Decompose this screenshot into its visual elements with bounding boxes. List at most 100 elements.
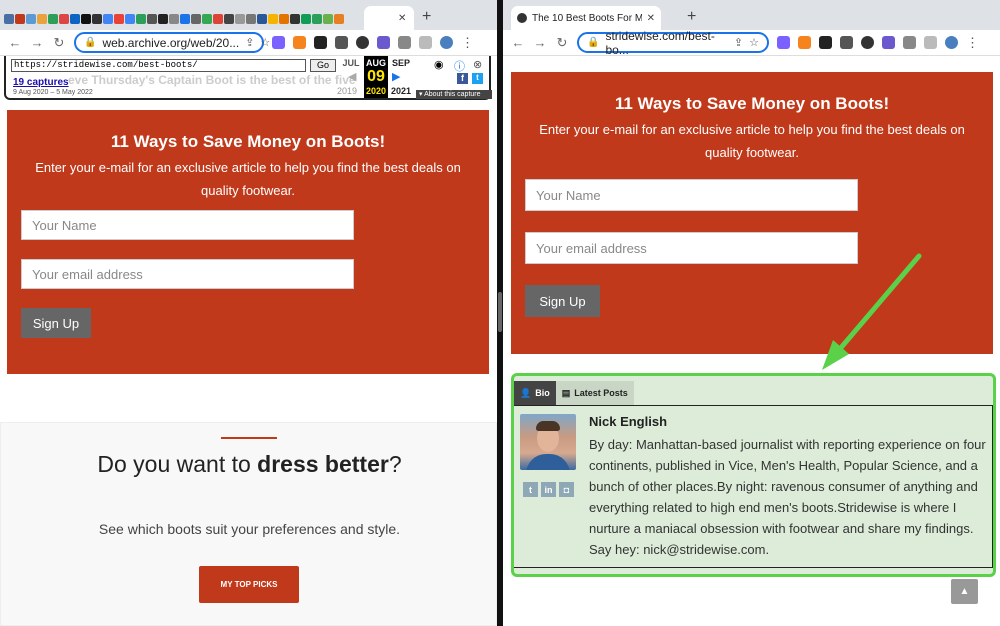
metamask-icon[interactable] — [293, 36, 306, 49]
tab-favicon[interactable] — [59, 14, 69, 24]
menu-icon[interactable]: ⋮ — [966, 35, 979, 51]
tab-favicon[interactable] — [257, 14, 267, 24]
new-tab-button[interactable]: + — [687, 8, 696, 26]
tab-favicon[interactable] — [279, 14, 289, 24]
tab-favicon[interactable] — [70, 14, 80, 24]
sidebar-icon[interactable] — [419, 36, 432, 49]
close-icon[interactable]: ✕ — [647, 13, 655, 24]
extension-icon[interactable] — [356, 36, 369, 49]
tab-favicon[interactable] — [312, 14, 322, 24]
extension-icon[interactable] — [272, 36, 285, 49]
tab-favicon[interactable] — [235, 14, 245, 24]
extension-icon[interactable] — [314, 36, 327, 49]
bookmark-star-icon[interactable]: ☆ — [749, 36, 759, 49]
reload-icon[interactable]: ↻ — [48, 35, 70, 51]
forward-icon[interactable]: → — [26, 35, 48, 50]
extension-icon[interactable] — [777, 36, 790, 49]
help-icon[interactable]: ⓘ — [454, 58, 465, 74]
tab-favicon[interactable] — [191, 14, 201, 24]
name-input[interactable]: Your Name — [21, 210, 354, 240]
twitter-icon[interactable]: t — [472, 73, 483, 84]
tab-favicon[interactable] — [180, 14, 190, 24]
instagram-icon[interactable]: ◘ — [559, 482, 574, 497]
extension-icon[interactable] — [335, 36, 348, 49]
tab-favicon[interactable] — [213, 14, 223, 24]
back-icon[interactable]: ← — [4, 35, 26, 50]
active-tab[interactable]: The 10 Best Boots For Men to B ✕ — [511, 6, 661, 30]
new-tab-button[interactable]: + — [422, 8, 431, 26]
menu-icon[interactable]: ⋮ — [461, 35, 474, 51]
next-year[interactable]: 2021 — [388, 86, 414, 96]
avatar[interactable] — [440, 36, 453, 49]
metamask-icon[interactable] — [798, 36, 811, 49]
extension-icon[interactable] — [377, 36, 390, 49]
tab-bio[interactable]: 👤 Bio — [514, 381, 556, 405]
user-icon[interactable]: ◉ — [434, 58, 444, 71]
tab-favicon[interactable] — [37, 14, 47, 24]
tab-favicon[interactable] — [246, 14, 256, 24]
avatar[interactable] — [945, 36, 958, 49]
wayback-url-input[interactable]: https://stridewise.com/best-boots/ — [11, 59, 306, 72]
captures-link[interactable]: 19 captures — [13, 77, 69, 88]
tab-latest-posts[interactable]: ▤ Latest Posts — [555, 381, 634, 405]
about-capture-button[interactable]: ▾ About this capture — [416, 90, 492, 99]
twitter-icon[interactable]: t — [523, 482, 538, 497]
address-bar[interactable]: 🔒 stridewise.com/best-bo... ⇪ ☆ — [577, 29, 769, 57]
tab-favicon[interactable] — [4, 14, 14, 24]
tab-favicon[interactable] — [125, 14, 135, 24]
prev-year[interactable]: 2019 — [334, 86, 360, 96]
extension-icon[interactable] — [882, 36, 895, 49]
extension-icon[interactable] — [819, 36, 832, 49]
tab-favicon[interactable] — [268, 14, 278, 24]
sign-up-button[interactable]: Sign Up — [21, 308, 91, 338]
tab-favicon[interactable] — [15, 14, 25, 24]
linkedin-icon[interactable]: in — [541, 482, 556, 497]
tab-favicon[interactable] — [103, 14, 113, 24]
share-icon[interactable]: ⇪ — [734, 36, 743, 49]
my-top-picks-button[interactable]: MY TOP PICKS — [199, 566, 299, 603]
forward-icon[interactable]: → — [529, 35, 551, 50]
extension-icon[interactable] — [861, 36, 874, 49]
tab-favicon[interactable] — [224, 14, 234, 24]
puzzle-icon[interactable] — [903, 36, 916, 49]
wayback-go-button[interactable]: Go — [310, 59, 336, 72]
prev-month[interactable]: JUL — [340, 58, 362, 68]
reload-icon[interactable]: ↻ — [551, 35, 573, 51]
prev-arrow-icon[interactable]: ◀ — [348, 70, 356, 83]
sidebar-icon[interactable] — [924, 36, 937, 49]
tab-favicon[interactable] — [26, 14, 36, 24]
tab-favicon[interactable] — [301, 14, 311, 24]
tab-favicon[interactable] — [81, 14, 91, 24]
email-input[interactable]: Your email address — [525, 232, 858, 264]
divider-grip[interactable] — [498, 292, 502, 332]
next-month[interactable]: SEP — [390, 58, 412, 68]
email-input[interactable]: Your email address — [21, 259, 354, 289]
captures-range: 9 Aug 2020 – 5 May 2022 — [13, 89, 93, 96]
name-input[interactable]: Your Name — [525, 179, 858, 211]
address-bar[interactable]: 🔒 web.archive.org/web/20... ⇪ ☆ — [74, 32, 270, 53]
next-arrow-icon[interactable]: ▶ — [392, 70, 400, 83]
back-icon[interactable]: ← — [507, 35, 529, 50]
tab-favicon[interactable] — [290, 14, 300, 24]
share-icon[interactable]: ⇪ — [245, 36, 254, 49]
tab-favicon[interactable] — [169, 14, 179, 24]
tab-favicon[interactable] — [92, 14, 102, 24]
extension-icon[interactable] — [840, 36, 853, 49]
facebook-icon[interactable]: f — [457, 73, 468, 84]
close-icon[interactable]: ✕ — [398, 13, 406, 24]
puzzle-icon[interactable] — [398, 36, 411, 49]
dress-heading: Do you want to dress better? — [1, 451, 497, 478]
tab-favicon[interactable] — [147, 14, 157, 24]
tab-favicon[interactable] — [323, 14, 333, 24]
tab-favicon[interactable] — [334, 14, 344, 24]
sign-up-button[interactable]: Sign Up — [525, 285, 600, 317]
tab-favicon[interactable] — [202, 14, 212, 24]
tab-favicon[interactable] — [114, 14, 124, 24]
tab-favicon[interactable] — [158, 14, 168, 24]
close-icon[interactable]: ⊗ — [473, 58, 482, 71]
tab-favicon[interactable] — [48, 14, 58, 24]
tab-favicon[interactable] — [136, 14, 146, 24]
active-tab[interactable]: ✕ — [364, 6, 414, 30]
bookmark-star-icon[interactable]: ☆ — [260, 36, 270, 49]
scroll-to-top-button[interactable]: ▲ — [951, 579, 978, 604]
